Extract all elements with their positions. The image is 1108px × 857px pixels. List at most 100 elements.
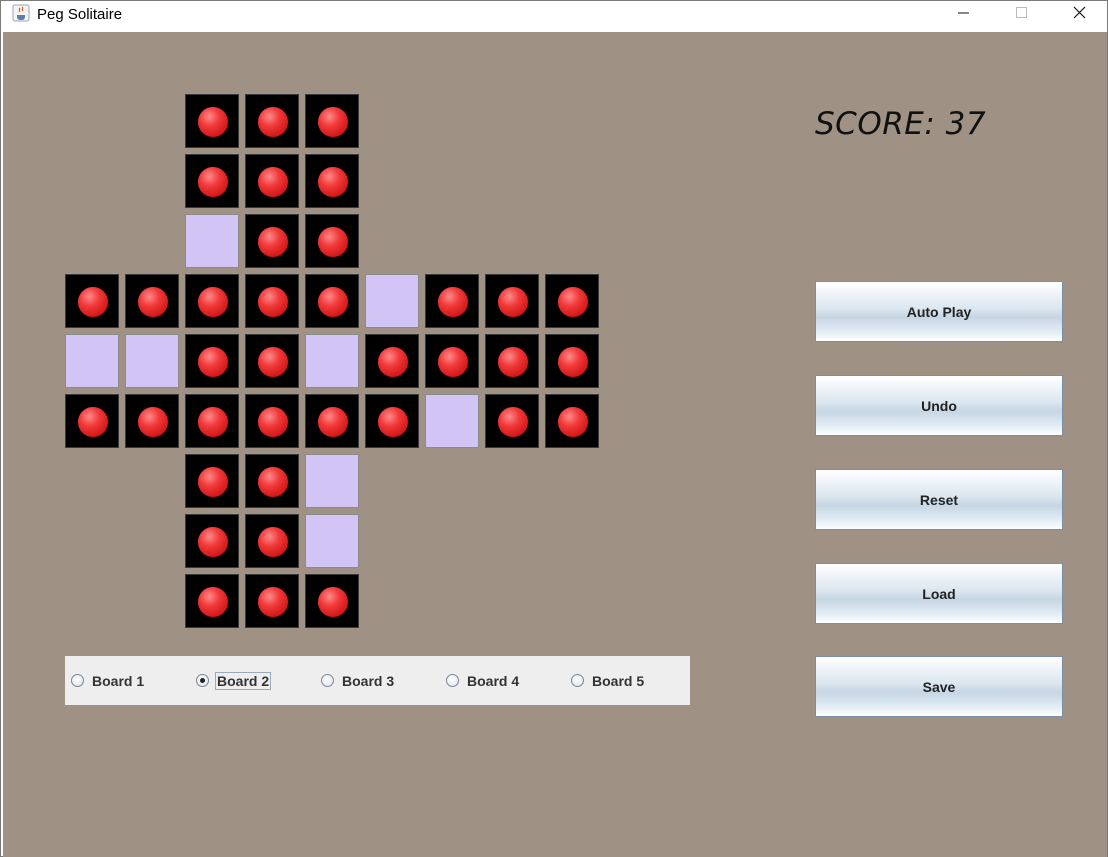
board-cell-peg[interactable] (185, 94, 239, 148)
peg-icon (438, 347, 468, 377)
peg-icon (438, 287, 468, 317)
peg-icon (198, 107, 228, 137)
radio-label: Board 1 (92, 673, 145, 689)
board-cell-peg[interactable] (305, 214, 359, 268)
board-cell-peg[interactable] (245, 214, 299, 268)
board-cell-empty[interactable] (185, 214, 239, 268)
board-cell-peg[interactable] (185, 574, 239, 628)
board-cell-peg[interactable] (125, 394, 179, 448)
board-selector: Board 1 Board 2 Board 3 Board 4 Board 5 (65, 656, 690, 705)
app-window: Peg Solitaire SCORE: 37 Auto Play Undo R… (0, 0, 1108, 857)
peg-icon (318, 227, 348, 257)
board-cell-peg[interactable] (245, 154, 299, 208)
board-cell-peg[interactable] (545, 334, 599, 388)
board-cell-peg[interactable] (65, 394, 119, 448)
board-cell-peg[interactable] (305, 574, 359, 628)
peg-icon (258, 167, 288, 197)
board-cell-peg[interactable] (545, 394, 599, 448)
board-cell-peg[interactable] (425, 274, 479, 328)
game-panel: SCORE: 37 Auto Play Undo Reset Load Save… (3, 32, 1107, 857)
board-cell-peg[interactable] (245, 454, 299, 508)
board-cell-peg[interactable] (485, 334, 539, 388)
maximize-icon (1016, 7, 1027, 18)
peg-icon (318, 107, 348, 137)
peg-icon (558, 407, 588, 437)
peg-icon (198, 467, 228, 497)
peg-icon (318, 287, 348, 317)
java-app-icon (12, 4, 30, 22)
board-cell-peg[interactable] (305, 94, 359, 148)
undo-button[interactable]: Undo (815, 375, 1063, 436)
board-cell-peg[interactable] (185, 154, 239, 208)
radio-label: Board 5 (592, 673, 645, 689)
peg-icon (318, 587, 348, 617)
board-cell-peg[interactable] (185, 394, 239, 448)
radio-button[interactable] (571, 674, 584, 687)
peg-icon (378, 347, 408, 377)
peg-icon (318, 407, 348, 437)
peg-icon (258, 467, 288, 497)
board-cell-peg[interactable] (185, 334, 239, 388)
peg-icon (198, 587, 228, 617)
reset-button[interactable]: Reset (815, 469, 1063, 530)
auto-play-button[interactable]: Auto Play (815, 281, 1063, 342)
peg-icon (378, 407, 408, 437)
board-cell-peg[interactable] (305, 394, 359, 448)
board-cell-peg[interactable] (65, 274, 119, 328)
board-cell-peg[interactable] (485, 394, 539, 448)
peg-board (3, 32, 703, 672)
board-cell-peg[interactable] (245, 94, 299, 148)
board-cell-empty[interactable] (305, 334, 359, 388)
minimize-button[interactable] (934, 1, 992, 31)
board-cell-peg[interactable] (365, 394, 419, 448)
peg-icon (198, 527, 228, 557)
maximize-button[interactable] (992, 1, 1050, 31)
board-cell-empty[interactable] (65, 334, 119, 388)
board-cell-empty[interactable] (305, 454, 359, 508)
peg-icon (78, 287, 108, 317)
peg-icon (558, 347, 588, 377)
board-cell-empty[interactable] (365, 274, 419, 328)
peg-icon (498, 287, 528, 317)
board-cell-peg[interactable] (485, 274, 539, 328)
peg-icon (198, 167, 228, 197)
radio-button[interactable] (446, 674, 459, 687)
radio-button-selected[interactable] (196, 674, 209, 687)
close-button[interactable] (1050, 1, 1108, 31)
peg-icon (258, 287, 288, 317)
peg-icon (78, 407, 108, 437)
board-cell-peg[interactable] (245, 274, 299, 328)
peg-icon (198, 347, 228, 377)
peg-icon (498, 347, 528, 377)
board-cell-peg[interactable] (305, 154, 359, 208)
board-cell-peg[interactable] (185, 454, 239, 508)
board-cell-peg[interactable] (185, 514, 239, 568)
peg-icon (258, 527, 288, 557)
board-cell-empty[interactable] (305, 514, 359, 568)
board-cell-peg[interactable] (245, 394, 299, 448)
board-cell-peg[interactable] (365, 334, 419, 388)
board-cell-empty[interactable] (125, 334, 179, 388)
load-button[interactable]: Load (815, 563, 1063, 624)
board-cell-peg[interactable] (125, 274, 179, 328)
board-cell-peg[interactable] (245, 514, 299, 568)
board-cell-peg[interactable] (545, 274, 599, 328)
board-cell-empty[interactable] (425, 394, 479, 448)
minimize-icon (958, 12, 969, 14)
radio-button[interactable] (321, 674, 334, 687)
board-cell-peg[interactable] (425, 334, 479, 388)
score-label: SCORE: 37 (815, 106, 987, 142)
peg-icon (198, 287, 228, 317)
radio-label: Board 2 (214, 672, 272, 690)
radio-label: Board 3 (342, 673, 395, 689)
radio-button[interactable] (71, 674, 84, 687)
peg-icon (258, 587, 288, 617)
board-cell-peg[interactable] (185, 274, 239, 328)
peg-icon (258, 347, 288, 377)
board-cell-peg[interactable] (245, 334, 299, 388)
close-icon (1073, 6, 1086, 19)
peg-icon (318, 167, 348, 197)
save-button[interactable]: Save (815, 656, 1063, 717)
board-cell-peg[interactable] (245, 574, 299, 628)
board-cell-peg[interactable] (305, 274, 359, 328)
